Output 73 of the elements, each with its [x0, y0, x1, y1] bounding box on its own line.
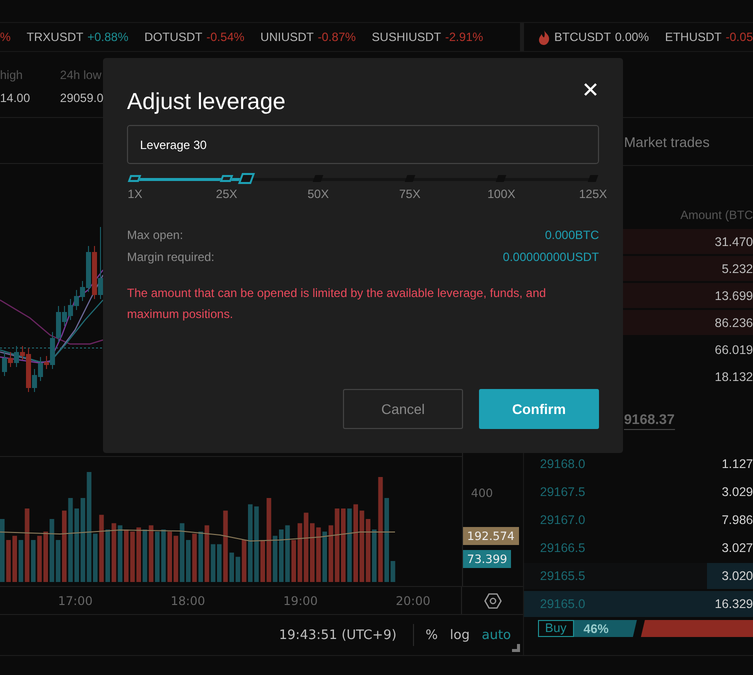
bid-price: 29167.5 [539, 485, 586, 499]
last-price: 9168.37 [624, 410, 675, 430]
time-label: 17:00 [58, 594, 93, 608]
warning-message: The amount that can be opened is limited by the available leverage, funds, and maximum positions. [127, 285, 547, 323]
slider-mark-label: 50X [308, 187, 329, 201]
bid-price: 29168.0 [539, 457, 586, 471]
ticker-change: -0.87% [318, 30, 356, 44]
slider-mark-label: 25X [216, 187, 238, 201]
stat-value: 14.00 [0, 91, 30, 105]
time-label: 20:00 [396, 594, 430, 608]
info-label: Max open: [127, 228, 184, 242]
ask-amount: 18.132 [714, 370, 753, 384]
leverage-slider[interactable]: 1X 25X 50X 75X 100X 125X [123, 172, 619, 209]
stat-value: 29059.0 [60, 91, 104, 105]
leverage-input[interactable]: Leverage 30 [127, 125, 599, 164]
close-icon [584, 83, 597, 96]
slider-thumb[interactable] [238, 173, 256, 184]
bid-amount: 7.986 [722, 513, 753, 527]
resize-corner-icon[interactable] [512, 644, 520, 652]
bid-price: 29165.5 [539, 569, 586, 583]
slider-mark-label: 100X [487, 187, 516, 201]
bid-amount: 1.127 [722, 457, 753, 471]
bid-amount: 3.029 [722, 485, 753, 499]
slider-mark-label: 1X [128, 187, 142, 201]
info-value: 0.00000000USDT [502, 250, 599, 264]
bid-price: 29167.0 [539, 513, 586, 527]
ticker-symbol[interactable]: TRXUSDT [26, 30, 84, 44]
info-value: 0.000BTC [544, 228, 599, 242]
ticker-symbol[interactable]: UNIUSDT [260, 30, 314, 44]
slider-mark-label: 125X [578, 187, 608, 201]
tab[interactable]: Market trades [624, 134, 710, 150]
ask-amount: 5.232 [722, 262, 753, 276]
ticker-change: % [0, 30, 11, 44]
ticker-symbol[interactable]: SUSHIUSDT [372, 30, 442, 44]
info-label: Margin required: [127, 250, 214, 264]
buy-label: Buy [538, 620, 574, 637]
bid-price: 29166.5 [539, 541, 586, 555]
ask-amount: 13.699 [714, 288, 753, 302]
bid-amount: 3.027 [722, 541, 753, 555]
cancel-button[interactable]: Cancel [343, 389, 463, 429]
slider-mark-label: 75X [399, 187, 420, 201]
stat-label: 24h low [60, 68, 102, 82]
ask-amount: 66.019 [714, 342, 753, 356]
time-label: 19:00 [283, 594, 318, 608]
ticker-change: -2.91% [445, 30, 484, 44]
ask-amount: 31.470 [714, 234, 753, 248]
ticker-change: -0.05 [726, 30, 753, 44]
scale-option[interactable]: auto [482, 628, 511, 642]
dialog-title: Adjust leverage [127, 88, 286, 115]
ticker-change: 0.00% [614, 30, 649, 44]
time-label: 18:00 [170, 594, 206, 608]
slider-mark [219, 175, 233, 182]
ticker-symbol[interactable]: ETHUSDT [664, 30, 722, 44]
clock-time: 19:43:51 (UTC+9) [278, 628, 397, 642]
scale-option[interactable]: % [426, 628, 438, 642]
bid-amount: 3.020 [722, 569, 753, 583]
axis-tick: 400 [471, 486, 493, 500]
column-header: Amount (BTC [680, 208, 753, 222]
stat-label: high [0, 68, 24, 82]
ticker-symbol[interactable]: DOTUSDT [144, 30, 202, 44]
slider-mark [128, 175, 142, 182]
bid-amount: 16.329 [714, 597, 753, 611]
scale-option[interactable]: log [450, 628, 470, 642]
settings-icon[interactable] [484, 592, 502, 608]
close-button[interactable] [582, 81, 599, 98]
price-badge: 192.574 [463, 527, 519, 545]
price-badge: 73.399 [463, 550, 512, 568]
ticker-change: +0.88% [87, 30, 128, 44]
ticker-change: -0.54% [206, 30, 244, 44]
bid-price: 29165.0 [539, 597, 586, 611]
ask-amount: 86.236 [714, 316, 753, 330]
buy-share: 46% [582, 622, 609, 636]
ticker-symbol[interactable]: BTCUSDT [554, 30, 611, 44]
